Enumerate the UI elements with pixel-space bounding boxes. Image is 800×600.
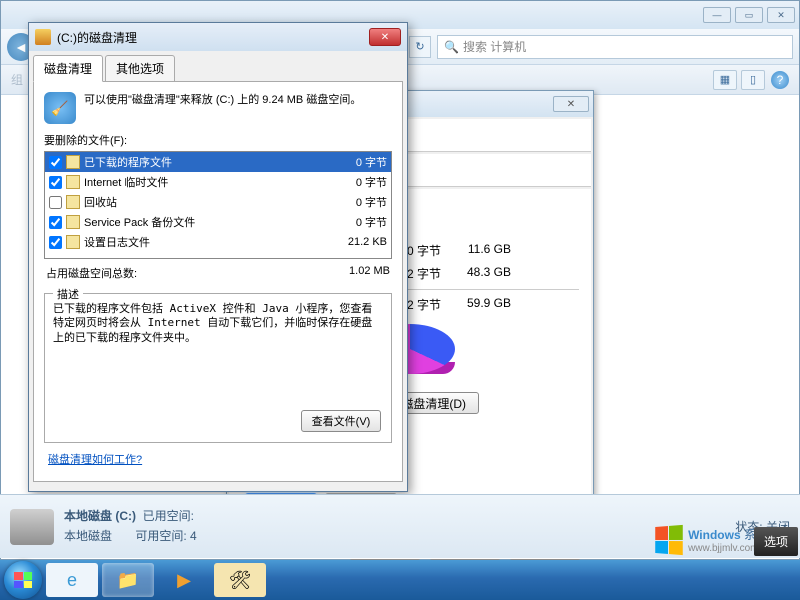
view-mode-button[interactable]: ▦ xyxy=(713,70,737,90)
file-icon xyxy=(66,215,80,229)
cleanup-titlebar[interactable]: (C:)的磁盘清理 ✕ xyxy=(29,23,407,51)
file-size: 0 字节 xyxy=(317,194,387,210)
file-checkbox[interactable] xyxy=(49,196,62,209)
file-checkbox[interactable] xyxy=(49,176,62,189)
toolbar-organize[interactable]: 组 xyxy=(11,71,23,88)
description-text: 已下载的程序文件包括 ActiveX 控件和 Java 小程序，您查看特定网页时… xyxy=(53,302,383,345)
file-size: 0 字节 xyxy=(317,174,387,190)
minimize-button[interactable]: ― xyxy=(703,7,731,23)
disk-cleanup-dialog: (C:)的磁盘清理 ✕ 磁盘清理 其他选项 🧹 可以使用"磁盘清理"来释放 (C… xyxy=(28,22,408,492)
file-size: 21.2 KB xyxy=(317,236,387,248)
cleanup-title-icon xyxy=(35,29,51,45)
close-button[interactable]: ✕ xyxy=(767,7,795,23)
windows-logo-icon xyxy=(655,525,683,555)
windows-flag-icon xyxy=(14,572,32,588)
cleanup-body: 🧹 可以使用"磁盘清理"来释放 (C:) 上的 9.24 MB 磁盘空间。 要删… xyxy=(33,81,403,482)
file-list-label: 要删除的文件(F): xyxy=(44,132,392,148)
cleanup-header-icon: 🧹 xyxy=(44,92,76,124)
file-name: Internet 临时文件 xyxy=(84,174,317,190)
taskbar-app-button[interactable]: 🛠 xyxy=(214,563,266,597)
cleanup-tabs: 磁盘清理 其他选项 xyxy=(33,55,403,82)
preview-pane-button[interactable]: ▯ xyxy=(741,70,765,90)
cleanup-file-list[interactable]: 已下载的程序文件0 字节Internet 临时文件0 字节回收站0 字节Serv… xyxy=(44,151,392,259)
cleanup-help-link[interactable]: 磁盘清理如何工作? xyxy=(44,443,146,471)
maximize-button[interactable]: ▭ xyxy=(735,7,763,23)
search-input[interactable]: 🔍 搜索 计算机 xyxy=(437,35,793,59)
description-group: 描述 已下载的程序文件包括 ActiveX 控件和 Java 小程序，您查看特定… xyxy=(44,293,392,443)
file-list-row[interactable]: Service Pack 备份文件0 字节 xyxy=(45,212,391,232)
options-button[interactable]: 选项 xyxy=(754,527,798,556)
file-checkbox[interactable] xyxy=(49,156,62,169)
file-icon xyxy=(66,195,80,209)
tab-disk-cleanup[interactable]: 磁盘清理 xyxy=(33,55,103,82)
file-icon xyxy=(66,175,80,189)
file-name: 已下载的程序文件 xyxy=(84,154,317,170)
file-checkbox[interactable] xyxy=(49,236,62,249)
taskbar: e 📁 ▶ 🛠 xyxy=(0,560,800,600)
taskbar-explorer-button[interactable]: 📁 xyxy=(102,563,154,597)
taskbar-ie-button[interactable]: e xyxy=(46,563,98,597)
properties-close-button[interactable]: ✕ xyxy=(553,96,589,112)
total-value: 1.02 MB xyxy=(349,265,390,281)
cleanup-title-text: (C:)的磁盘清理 xyxy=(57,29,369,46)
view-files-button[interactable]: 查看文件(V) xyxy=(301,410,381,432)
help-icon[interactable]: ? xyxy=(771,71,789,89)
refresh-button[interactable]: ↻ xyxy=(409,36,431,58)
file-size: 0 字节 xyxy=(317,154,387,170)
total-row: 占用磁盘空间总数: 1.02 MB xyxy=(44,259,392,287)
taskbar-mediaplayer-button[interactable]: ▶ xyxy=(158,563,210,597)
file-list-row[interactable]: 回收站0 字节 xyxy=(45,192,391,212)
file-list-row[interactable]: 设置日志文件21.2 KB xyxy=(45,232,391,252)
file-list-row[interactable]: 已下载的程序文件0 字节 xyxy=(45,152,391,172)
search-placeholder: 搜索 计算机 xyxy=(463,38,526,55)
drive-icon xyxy=(10,509,54,545)
file-icon xyxy=(66,155,80,169)
tab-more-options[interactable]: 其他选项 xyxy=(105,55,175,82)
start-button[interactable] xyxy=(4,561,42,599)
file-name: Service Pack 备份文件 xyxy=(84,214,317,230)
cleanup-header-text: 可以使用"磁盘清理"来释放 (C:) 上的 9.24 MB 磁盘空间。 xyxy=(84,92,361,124)
cleanup-close-button[interactable]: ✕ xyxy=(369,28,401,46)
search-icon: 🔍 xyxy=(444,40,459,54)
file-name: 回收站 xyxy=(84,194,317,210)
file-size: 0 字节 xyxy=(317,214,387,230)
file-checkbox[interactable] xyxy=(49,216,62,229)
file-icon xyxy=(66,235,80,249)
file-list-row[interactable]: Internet 临时文件0 字节 xyxy=(45,172,391,192)
file-name: 设置日志文件 xyxy=(84,234,317,250)
